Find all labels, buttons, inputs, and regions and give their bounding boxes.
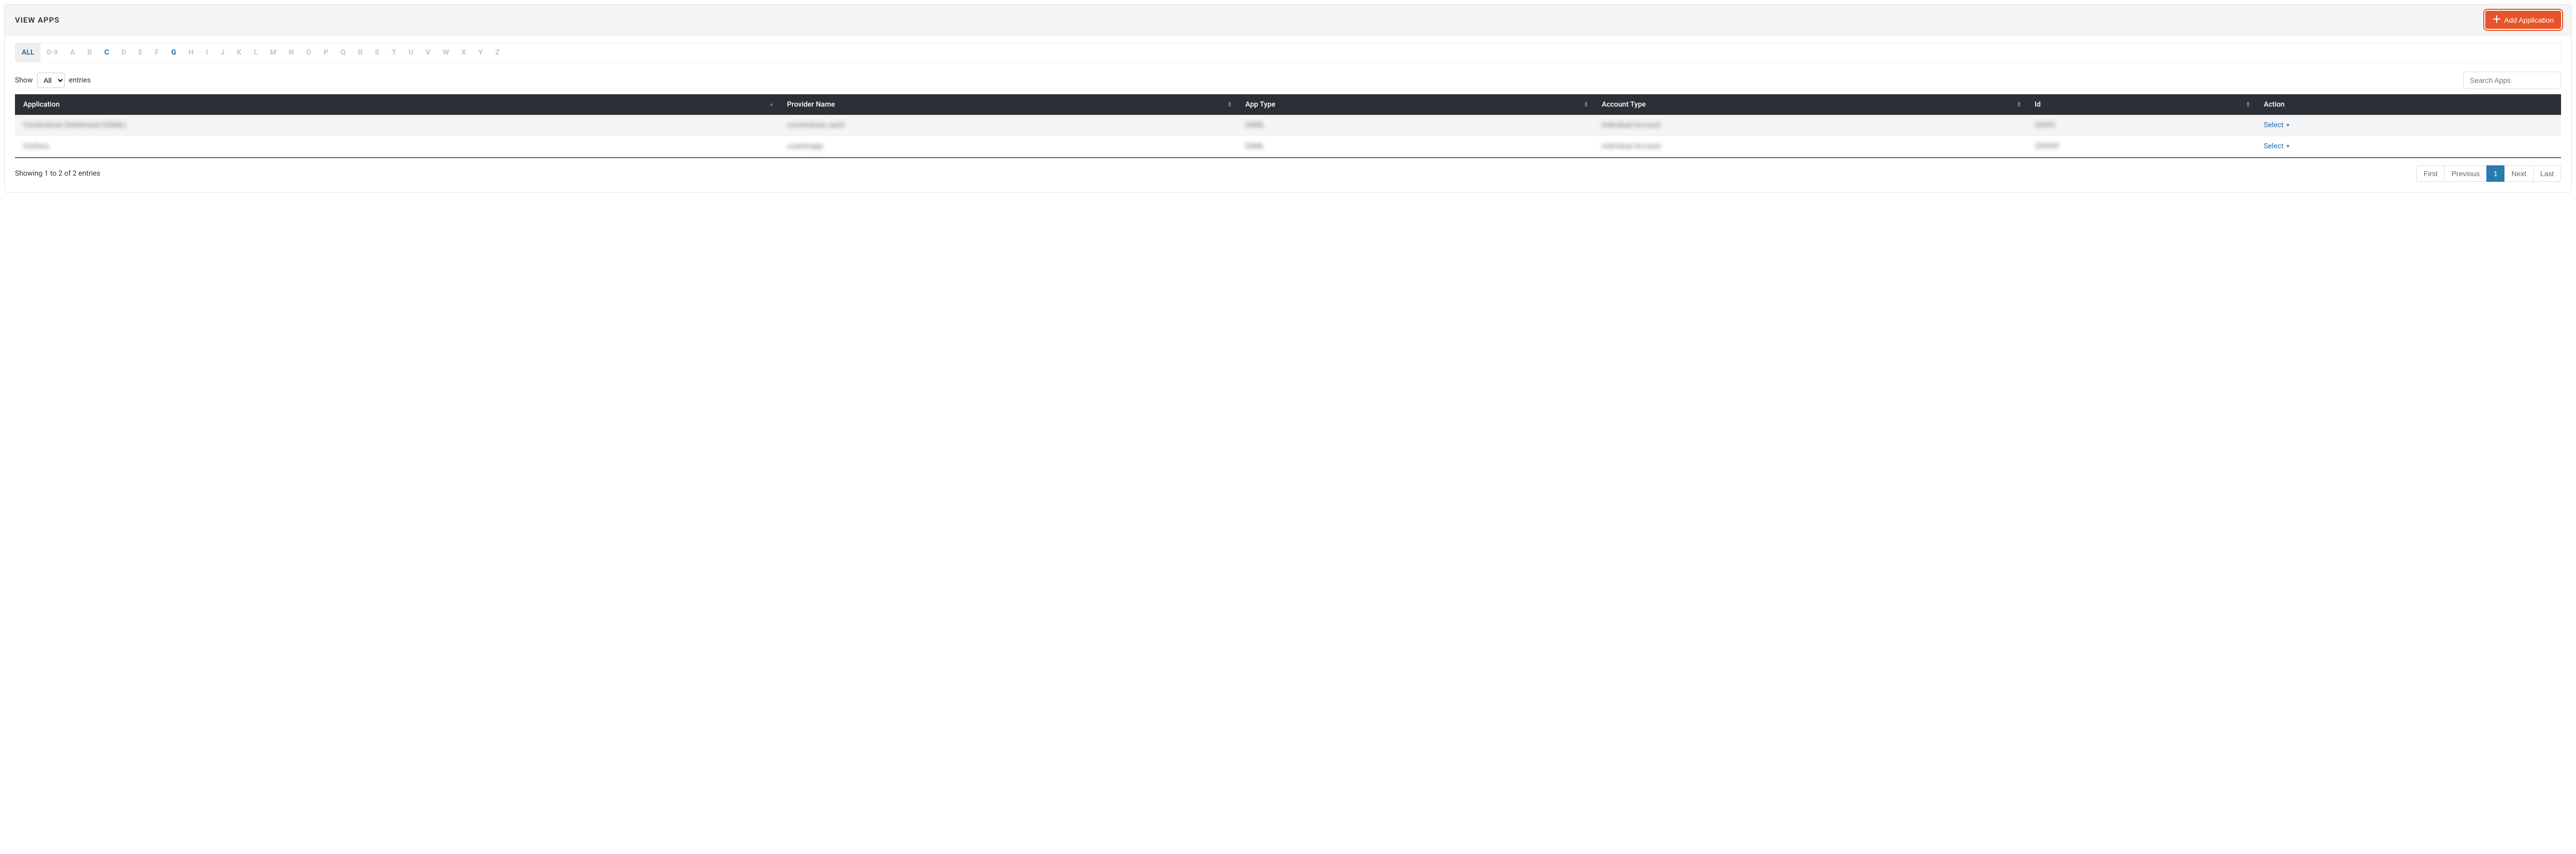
col-provider-name[interactable]: Provider Name ▲▼ bbox=[779, 94, 1238, 115]
cell-action: Select▼ bbox=[2256, 136, 2561, 157]
showing-info: Showing 1 to 2 of 2 entries bbox=[15, 169, 100, 178]
col-app-type[interactable]: App Type ▲▼ bbox=[1237, 94, 1594, 115]
alpha-item-p[interactable]: P bbox=[317, 43, 334, 62]
sort-icon: ▲▼ bbox=[1584, 101, 1588, 108]
alpha-item-q[interactable]: Q bbox=[334, 43, 352, 62]
alpha-item-all[interactable]: ALL bbox=[15, 43, 41, 62]
view-apps-panel: VIEW APPS Add Application ALL0-9ABCDEFGH… bbox=[4, 4, 2572, 193]
cell-application: Cornerstone OnDemand (SAML) bbox=[15, 115, 779, 136]
table-footer: Showing 1 to 2 of 2 entries First Previo… bbox=[15, 165, 2561, 182]
alpha-item-t[interactable]: T bbox=[385, 43, 402, 62]
col-application[interactable]: Application ▲ bbox=[15, 94, 779, 115]
alpha-item-x[interactable]: X bbox=[455, 43, 472, 62]
alpha-item-n[interactable]: N bbox=[282, 43, 300, 62]
sort-icon: ▲▼ bbox=[1227, 101, 1232, 108]
col-action: Action bbox=[2256, 94, 2561, 115]
add-application-label: Add Application bbox=[2504, 16, 2554, 24]
alpha-item-j[interactable]: J bbox=[214, 43, 231, 62]
cell-application: Grafana bbox=[15, 136, 779, 157]
cell-app_type: SAML bbox=[1237, 115, 1594, 136]
entries-select[interactable]: All bbox=[37, 73, 65, 88]
apps-table: Application ▲ Provider Name ▲▼ App Type … bbox=[15, 94, 2561, 157]
table-row: GrafanacustomappSAMLIndividual Account26… bbox=[15, 136, 2561, 157]
alpha-item-d[interactable]: D bbox=[115, 43, 132, 62]
alpha-item-g[interactable]: G bbox=[165, 43, 182, 62]
alpha-item-h[interactable]: H bbox=[182, 43, 200, 62]
table-divider bbox=[15, 157, 2561, 158]
alpha-item-i[interactable]: I bbox=[200, 43, 214, 62]
sort-icon: ▲ bbox=[769, 103, 774, 106]
cell-id: 269999 bbox=[2026, 136, 2256, 157]
alpha-item-k[interactable]: K bbox=[231, 43, 248, 62]
table-body: Cornerstone OnDemand (SAML)cornerstone_s… bbox=[15, 115, 2561, 157]
sort-icon: ▲▼ bbox=[2016, 101, 2021, 108]
panel-body: ALL0-9ABCDEFGHIJKLMNOPQRSTUVWXYZ Show Al… bbox=[5, 36, 2571, 192]
caret-down-icon: ▼ bbox=[2285, 123, 2290, 128]
alpha-item-s[interactable]: S bbox=[369, 43, 386, 62]
page-number-button[interactable]: 1 bbox=[2486, 165, 2505, 182]
alpha-item-z[interactable]: Z bbox=[489, 43, 506, 62]
show-label: Show bbox=[15, 76, 33, 84]
cell-account_type: Individual Account bbox=[1594, 136, 2026, 157]
cell-account_type: Individual Account bbox=[1594, 115, 2026, 136]
panel-header: VIEW APPS Add Application bbox=[5, 5, 2571, 36]
alpha-item-u[interactable]: U bbox=[402, 43, 419, 62]
cell-app_type: SAML bbox=[1237, 136, 1594, 157]
page-title: VIEW APPS bbox=[15, 15, 60, 25]
col-id[interactable]: Id ▲▼ bbox=[2026, 94, 2256, 115]
entries-label: entries bbox=[69, 76, 91, 84]
alpha-item-c[interactable]: C bbox=[98, 43, 115, 62]
alpha-filter: ALL0-9ABCDEFGHIJKLMNOPQRSTUVWXYZ bbox=[15, 43, 2561, 62]
alpha-item-f[interactable]: F bbox=[149, 43, 165, 62]
table-row: Cornerstone OnDemand (SAML)cornerstone_s… bbox=[15, 115, 2561, 136]
show-entries: Show All entries bbox=[15, 73, 91, 88]
col-account-type[interactable]: Account Type ▲▼ bbox=[1594, 94, 2026, 115]
alpha-item-e[interactable]: E bbox=[132, 43, 149, 62]
alpha-item-l[interactable]: L bbox=[248, 43, 264, 62]
alpha-item-w[interactable]: W bbox=[436, 43, 455, 62]
cell-provider_name: cornerstone_saml bbox=[779, 115, 1238, 136]
add-application-button[interactable]: Add Application bbox=[2485, 11, 2561, 29]
alpha-item-r[interactable]: R bbox=[352, 43, 369, 62]
alpha-item-a[interactable]: A bbox=[64, 43, 81, 62]
alpha-item-b[interactable]: B bbox=[81, 43, 98, 62]
alpha-item-v[interactable]: V bbox=[419, 43, 436, 62]
pagination: First Previous 1 Next Last bbox=[2416, 165, 2561, 182]
cell-id: 26393 bbox=[2026, 115, 2256, 136]
page-first-button[interactable]: First bbox=[2416, 165, 2445, 182]
table-controls: Show All entries bbox=[15, 72, 2561, 89]
page-last-button[interactable]: Last bbox=[2533, 165, 2561, 182]
sort-icon: ▲▼ bbox=[2246, 101, 2250, 108]
page-previous-button[interactable]: Previous bbox=[2444, 165, 2486, 182]
alpha-item-m[interactable]: M bbox=[264, 43, 282, 62]
page-next-button[interactable]: Next bbox=[2504, 165, 2534, 182]
cell-provider_name: customapp bbox=[779, 136, 1238, 157]
plus-icon bbox=[2493, 15, 2501, 25]
select-action[interactable]: Select▼ bbox=[2264, 142, 2290, 150]
search-input[interactable] bbox=[2463, 72, 2561, 89]
caret-down-icon: ▼ bbox=[2285, 144, 2290, 149]
alpha-item-o[interactable]: O bbox=[300, 43, 317, 62]
alpha-item-y[interactable]: Y bbox=[472, 43, 489, 62]
select-action[interactable]: Select▼ bbox=[2264, 121, 2290, 129]
cell-action: Select▼ bbox=[2256, 115, 2561, 136]
alpha-item-0-9[interactable]: 0-9 bbox=[41, 43, 64, 62]
